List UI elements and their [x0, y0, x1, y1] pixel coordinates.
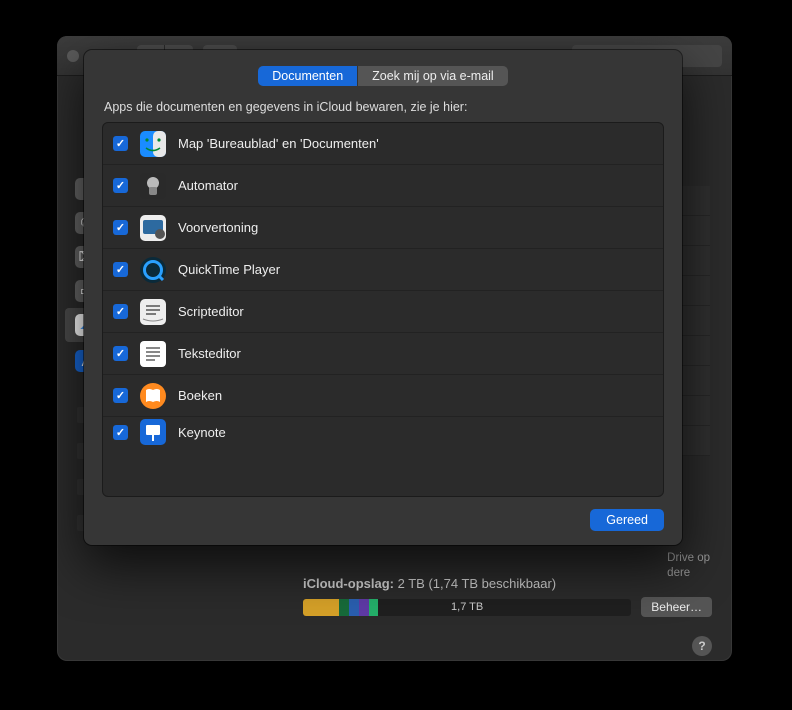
- checkbox[interactable]: ✓: [113, 346, 128, 361]
- checkbox[interactable]: ✓: [113, 262, 128, 277]
- checkbox[interactable]: ✓: [113, 388, 128, 403]
- documents-sheet: Documenten Zoek mij op via e-mail Apps d…: [84, 50, 682, 545]
- app-label: Scripteditor: [178, 304, 244, 319]
- app-label: Teksteditor: [178, 346, 241, 361]
- app-label: Keynote: [178, 425, 226, 440]
- storage-section: iCloud-opslag: 2 TB (1,74 TB beschikbaar…: [303, 576, 712, 617]
- apps-list[interactable]: ✓ Map 'Bureaublad' en 'Documenten' ✓ Automa…: [102, 122, 664, 497]
- tab-lookup[interactable]: Zoek mij op via e-mail: [358, 66, 508, 86]
- automator-icon: [140, 173, 166, 199]
- app-label: QuickTime Player: [178, 262, 280, 277]
- storage-bar: 1,7 TB: [303, 599, 631, 616]
- storage-free-label: 1,7 TB: [303, 599, 631, 616]
- app-row[interactable]: ✓ Teksteditor: [103, 333, 663, 375]
- tab-documents[interactable]: Documenten: [258, 66, 358, 86]
- segmented-control: Documenten Zoek mij op via e-mail: [258, 66, 507, 86]
- text-icon: [140, 341, 166, 367]
- checkbox[interactable]: ✓: [113, 136, 128, 151]
- app-row[interactable]: ✓ Automator: [103, 165, 663, 207]
- keynote-icon: [140, 419, 166, 445]
- done-button[interactable]: Gereed: [590, 509, 664, 531]
- manage-storage-button[interactable]: Beheer…: [641, 597, 712, 617]
- app-row[interactable]: ✓ Map 'Bureaublad' en 'Documenten': [103, 123, 663, 165]
- app-row[interactable]: ✓ Boeken: [103, 375, 663, 417]
- finder-icon: [140, 131, 166, 157]
- books-icon: [140, 383, 166, 409]
- preview-icon: [140, 215, 166, 241]
- app-row[interactable]: ✓ Scripteditor: [103, 291, 663, 333]
- storage-label: iCloud-opslag: 2 TB (1,74 TB beschikbaar…: [303, 576, 712, 591]
- sheet-subtitle: Apps die documenten en gegevens in iClou…: [104, 100, 664, 114]
- app-row[interactable]: ✓ Keynote: [103, 417, 663, 447]
- script-icon: [140, 299, 166, 325]
- checkbox[interactable]: ✓: [113, 304, 128, 319]
- app-row[interactable]: ✓ Voorvertoning: [103, 207, 663, 249]
- app-label: Map 'Bureaublad' en 'Documenten': [178, 136, 379, 151]
- quicktime-icon: [140, 257, 166, 283]
- checkbox[interactable]: ✓: [113, 220, 128, 235]
- app-label: Voorvertoning: [178, 220, 258, 235]
- help-button[interactable]: ?: [692, 636, 712, 656]
- checkbox[interactable]: ✓: [113, 178, 128, 193]
- close-icon[interactable]: [67, 50, 79, 62]
- app-label: Boeken: [178, 388, 222, 403]
- app-row[interactable]: ✓ QuickTime Player: [103, 249, 663, 291]
- app-label: Automator: [178, 178, 238, 193]
- checkbox[interactable]: ✓: [113, 425, 128, 440]
